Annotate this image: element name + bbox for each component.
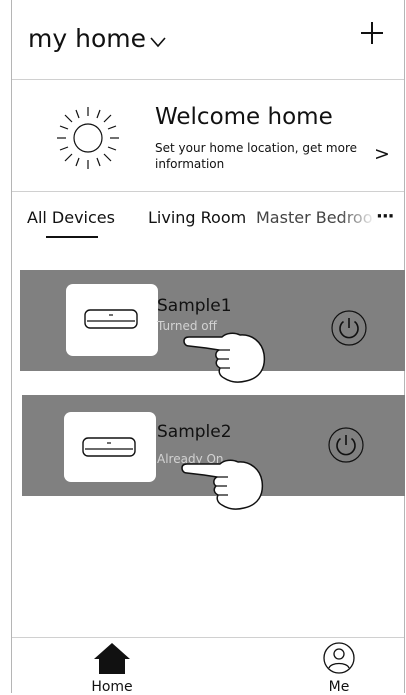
welcome-arrow-button[interactable]: > [374, 143, 390, 165]
welcome-subtitle: Set your home location, get more informa… [155, 141, 357, 171]
air-conditioner-icon [84, 309, 138, 329]
sun-icon [57, 107, 119, 169]
pointing-hand-icon [183, 332, 266, 383]
device-name: Sample1 [157, 296, 232, 316]
device-thumbnail [64, 412, 156, 482]
tab-all-devices[interactable]: All Devices [27, 208, 115, 227]
device-thumbnail [66, 284, 158, 356]
power-button[interactable] [327, 426, 365, 464]
air-conditioner-icon [82, 437, 136, 457]
user-icon [323, 642, 355, 674]
pointing-hand-icon [181, 459, 264, 510]
home-name: my home [28, 24, 146, 53]
bottom-nav-divider [12, 637, 404, 638]
nav-home[interactable]: Home [82, 641, 142, 695]
tab-active-indicator [46, 236, 98, 238]
left-border [11, 0, 12, 693]
power-button[interactable] [330, 309, 368, 347]
nav-me[interactable]: Me [314, 641, 364, 695]
app-screen: my home Welcome home Set your home locat… [0, 0, 406, 695]
more-tabs-button[interactable]: ··· [376, 206, 394, 227]
device-name: Sample2 [157, 422, 232, 442]
welcome-title: Welcome home [155, 104, 333, 130]
tab-living-room[interactable]: Living Room [148, 208, 246, 227]
add-device-button[interactable] [357, 18, 387, 48]
home-selector[interactable]: my home [28, 24, 167, 53]
welcome-divider [12, 191, 404, 192]
chevron-down-icon [150, 36, 166, 47]
home-icon [94, 643, 130, 674]
tab-fade [340, 204, 376, 230]
header-divider [12, 79, 404, 80]
